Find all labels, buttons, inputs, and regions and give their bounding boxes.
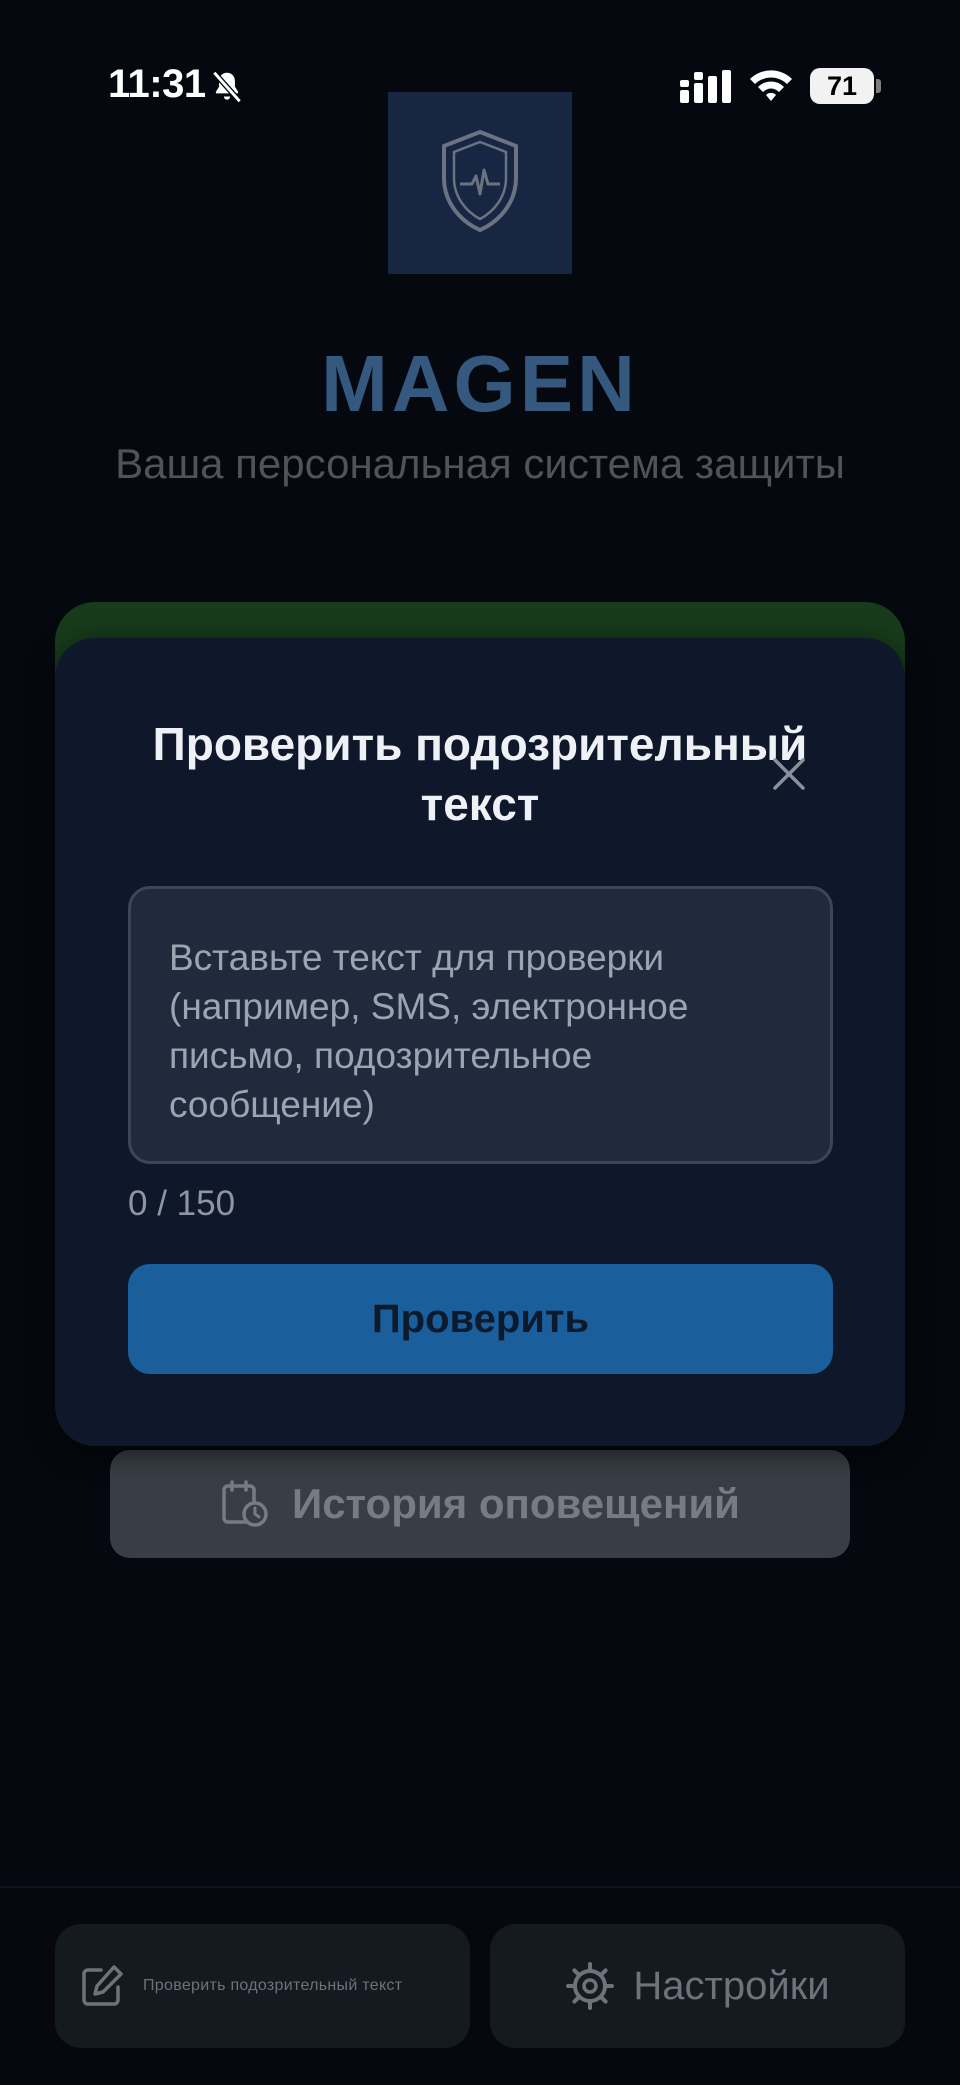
close-icon — [773, 758, 805, 790]
suspicious-text-placeholder: Вставьте текст для проверки (например, S… — [169, 937, 689, 1125]
shield-pulse-icon — [442, 129, 518, 233]
modal-title: Проверить подозрительный текст — [152, 718, 808, 830]
tab-settings-label: Настройки — [633, 1963, 830, 2008]
suspicious-text-input[interactable]: Вставьте текст для проверки (например, S… — [128, 886, 833, 1164]
app-screen: 11:31 71 MAGEN Ваша персональная система… — [0, 0, 960, 2085]
check-button-label: Проверить — [371, 1296, 590, 1341]
alert-history-button[interactable]: История оповещений — [110, 1450, 850, 1558]
app-logo — [388, 92, 572, 274]
app-title: MAGEN — [321, 339, 639, 428]
gear-icon — [566, 1962, 615, 2010]
close-button[interactable] — [763, 748, 815, 800]
tab-check-text[interactable]: Проверить подозрительный текст — [55, 1924, 470, 2048]
check-text-modal: Проверить подозрительный текст Вставьте … — [55, 638, 905, 1446]
check-button[interactable]: Проверить — [128, 1264, 833, 1374]
bottom-divider — [0, 1886, 960, 1888]
status-time: 11:31 — [108, 62, 206, 106]
character-counter: 0 / 150 — [128, 1184, 236, 1223]
battery-level: 71 — [810, 68, 874, 104]
tab-check-text-label: Проверить подозрительный текст — [143, 1977, 403, 1994]
edit-icon — [82, 1965, 123, 2006]
cellular-signal-icon — [680, 70, 731, 103]
wifi-icon — [750, 70, 792, 101]
battery-icon: 71 — [810, 68, 881, 104]
alert-history-label: История оповещений — [292, 1480, 740, 1527]
calendar-clock-icon — [222, 1480, 268, 1527]
bell-slash-icon — [212, 70, 242, 104]
app-subtitle: Ваша персональная система защиты — [115, 440, 845, 487]
battery-cap — [876, 79, 881, 93]
tab-settings[interactable]: Настройки — [490, 1924, 905, 2048]
